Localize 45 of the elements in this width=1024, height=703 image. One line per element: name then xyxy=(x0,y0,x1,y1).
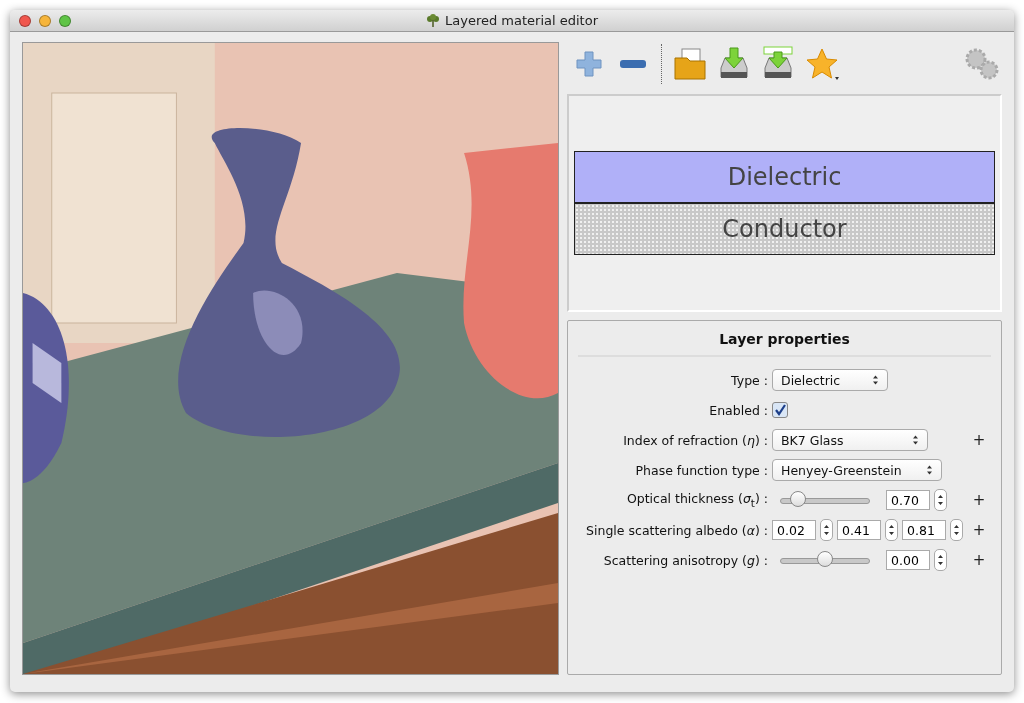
add-key-button[interactable]: + xyxy=(967,551,991,569)
layer[interactable]: Conductor xyxy=(574,203,995,255)
number-field[interactable]: 0.02 xyxy=(772,520,816,540)
add-key-button[interactable]: + xyxy=(967,431,991,449)
number-field[interactable]: 0.70 xyxy=(886,490,930,510)
property-label: Phase function type : xyxy=(634,462,768,478)
zoom-button[interactable] xyxy=(59,14,71,27)
dropdown[interactable]: BK7 Glass xyxy=(772,429,928,451)
stepper[interactable] xyxy=(934,489,947,511)
add-key-button[interactable]: + xyxy=(967,491,991,509)
up-down-arrows-icon xyxy=(926,464,933,476)
dropdown[interactable]: Dielectric xyxy=(772,369,888,391)
property-label: Single scattering albedo (α) : xyxy=(585,522,768,538)
property-label: Scattering anisotropy (g) : xyxy=(602,552,768,568)
number-field[interactable]: 0.41 xyxy=(837,520,881,540)
property-label: Type : xyxy=(730,372,768,388)
checkbox[interactable] xyxy=(772,402,788,418)
number-field[interactable]: 0.81 xyxy=(902,520,946,540)
minimize-button[interactable] xyxy=(39,14,51,27)
star-icon[interactable] xyxy=(804,46,840,82)
up-down-arrows-icon xyxy=(888,523,895,537)
up-down-arrows-icon xyxy=(937,553,944,567)
up-down-arrows-icon xyxy=(823,523,830,537)
slider-thumb[interactable] xyxy=(817,551,833,567)
add-key-button[interactable]: + xyxy=(967,521,991,539)
slider-thumb[interactable] xyxy=(790,491,806,507)
up-down-arrows-icon xyxy=(937,493,944,507)
dropdown[interactable]: Henyey-Greenstein xyxy=(772,459,942,481)
panel-title: Layer properties xyxy=(578,321,991,357)
stepper[interactable] xyxy=(934,549,947,571)
folder-icon[interactable] xyxy=(672,46,708,82)
clover-icon xyxy=(426,14,440,27)
window-title: Layered material editor xyxy=(445,13,598,28)
layer[interactable]: Dielectric xyxy=(574,151,995,203)
up-down-arrows-icon xyxy=(953,523,960,537)
up-down-arrows-icon xyxy=(912,434,919,446)
property-label: Enabled : xyxy=(708,402,768,418)
up-down-arrows-icon xyxy=(872,374,879,386)
property-label: Index of refraction (η) : xyxy=(622,432,768,448)
stepper[interactable] xyxy=(885,519,898,541)
stepper[interactable] xyxy=(820,519,833,541)
stepper[interactable] xyxy=(950,519,963,541)
close-button[interactable] xyxy=(19,14,31,27)
property-label: Optical thickness (σ$_{t}$) : xyxy=(625,491,768,509)
number-field[interactable]: 0.00 xyxy=(886,550,930,570)
